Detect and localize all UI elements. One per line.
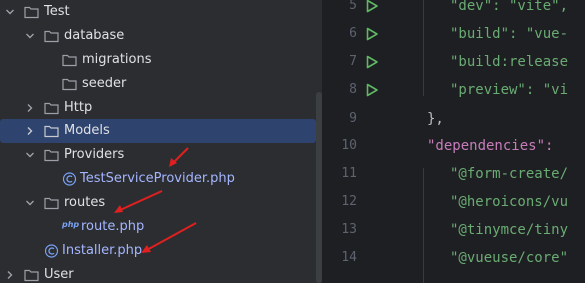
- tree-item-installer[interactable]: Installer.php: [0, 239, 322, 263]
- gutter-line: 11: [323, 162, 383, 186]
- gutter-line: 8: [323, 78, 383, 102]
- tree-item-label: Test: [44, 4, 70, 19]
- code-line: "dev": "vite",: [450, 0, 569, 14]
- tree-item-database[interactable]: database: [0, 24, 322, 48]
- folder-icon: [44, 125, 59, 138]
- indent-guide: [423, 168, 424, 283]
- chevron-right-icon[interactable]: [25, 126, 35, 136]
- code-line: "dependencies":: [427, 138, 562, 154]
- line-number: 14: [341, 250, 357, 265]
- tree-item-label: routes: [64, 195, 106, 210]
- folder-icon: [62, 54, 77, 67]
- line-number: 9: [349, 111, 357, 126]
- tree-item-label: migrations: [82, 52, 152, 67]
- line-number: 10: [341, 138, 357, 153]
- code-line: "@heroicons/vu: [450, 194, 569, 210]
- code-line: },: [427, 111, 444, 127]
- code-line: "build": "vue-: [450, 26, 569, 42]
- php-file-icon: php: [62, 220, 80, 229]
- gutter-line: 14: [323, 246, 383, 270]
- tree-item-label: TestServiceProvider.php: [80, 171, 235, 186]
- tree-item-migrations[interactable]: migrations: [0, 48, 322, 72]
- chevron-down-icon[interactable]: [25, 150, 35, 160]
- tree-item-label: Http: [64, 100, 93, 115]
- tree-item-providers[interactable]: Providers: [0, 143, 322, 167]
- tree-item-route[interactable]: php route.php: [0, 215, 322, 239]
- tree-item-label: seeder: [82, 76, 127, 91]
- chevron-down-icon[interactable]: [25, 31, 35, 41]
- folder-icon: [24, 269, 39, 282]
- tree-item-label: Providers: [64, 147, 125, 162]
- tree-item-label: Models: [64, 123, 110, 138]
- run-script-icon[interactable]: [365, 27, 379, 41]
- code-line: "build:release: [450, 54, 569, 70]
- run-script-icon[interactable]: [365, 0, 379, 13]
- run-script-icon[interactable]: [365, 55, 379, 69]
- code-line: "@tinymce/tiny: [450, 222, 569, 238]
- line-number: 8: [349, 82, 357, 97]
- indent-guide: [423, 0, 424, 96]
- code-line: "@form-create/: [450, 166, 569, 182]
- folder-icon: [44, 149, 59, 162]
- tree-item-label: database: [64, 28, 125, 43]
- tree-item-http[interactable]: Http: [0, 96, 322, 120]
- gutter-line: 9: [323, 107, 383, 131]
- chevron-down-icon[interactable]: [5, 7, 15, 17]
- line-number: 7: [349, 54, 357, 69]
- line-number: 11: [341, 166, 357, 181]
- tree-item-models[interactable]: Models: [0, 119, 316, 143]
- gutter-line: 12: [323, 190, 383, 214]
- tree-item-test[interactable]: Test: [0, 0, 322, 24]
- tree-item-routes[interactable]: routes: [0, 191, 322, 215]
- line-number: 12: [341, 194, 357, 209]
- gutter-line: 6: [323, 22, 383, 46]
- line-number: 6: [349, 26, 357, 41]
- php-class-icon: [44, 244, 59, 258]
- gutter-line: 7: [323, 50, 383, 74]
- chevron-right-icon[interactable]: [25, 103, 35, 113]
- code-editor[interactable]: 5 "dev": "vite", 6 "build": "vue- 7 "bui…: [323, 0, 585, 283]
- gutter-line: 13: [323, 218, 383, 242]
- tree-item-label: Installer.php: [62, 243, 143, 258]
- tree-item-user[interactable]: User: [0, 263, 322, 283]
- folder-icon: [44, 30, 59, 43]
- folder-icon: [24, 6, 39, 19]
- chevron-down-icon[interactable]: [25, 198, 35, 208]
- run-script-icon[interactable]: [365, 83, 379, 97]
- tree-item-seeder[interactable]: seeder: [0, 72, 322, 96]
- tree-item-testserviceprovider[interactable]: TestServiceProvider.php: [0, 167, 322, 191]
- line-number: 13: [341, 222, 357, 237]
- project-tree-panel: Test database migrations seeder Http Mod…: [0, 0, 322, 283]
- gutter-line: 10: [323, 134, 383, 158]
- php-class-icon: [62, 172, 77, 186]
- code-line: "preview": "vi: [450, 82, 569, 98]
- chevron-right-icon[interactable]: [5, 270, 15, 280]
- code-line: "@vueuse/core": [450, 250, 569, 266]
- line-number: 5: [349, 0, 357, 13]
- folder-icon: [44, 102, 59, 115]
- folder-icon: [44, 197, 59, 210]
- gutter-line: 5: [323, 0, 383, 18]
- tree-item-label: User: [44, 267, 74, 282]
- tree-item-label: route.php: [81, 219, 145, 234]
- folder-icon: [62, 78, 77, 91]
